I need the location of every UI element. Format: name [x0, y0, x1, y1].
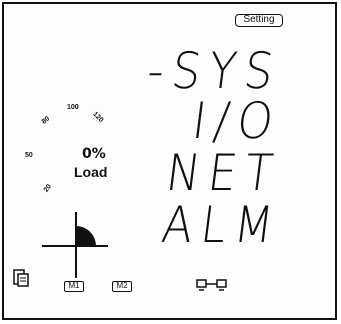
gauge-tick-50: 50: [25, 152, 33, 159]
device-icon: [13, 269, 29, 287]
gauge-tick-100: 100: [67, 104, 79, 111]
network-link-icon: [196, 279, 227, 291]
m1-badge: M1: [64, 281, 84, 292]
gauge-tick-120: 120: [91, 110, 105, 125]
gauge-tick-20: 20: [42, 183, 54, 194]
gauge-tick-80: 80: [40, 115, 52, 126]
load-label: Load: [74, 164, 108, 180]
menu-item-sys[interactable]: -SYS: [144, 42, 285, 100]
load-percent-value: 0%: [82, 146, 106, 162]
menu-item-net[interactable]: NET: [163, 144, 284, 202]
menu-item-alm[interactable]: ALM: [158, 196, 284, 254]
power-quadrant-icon: [42, 212, 108, 278]
m2-badge: M2: [112, 281, 132, 292]
lcd-screen: Setting -SYS I/O NET ALM 20 50 80 100 12…: [2, 2, 337, 320]
menu-item-io[interactable]: I/O: [189, 92, 284, 150]
setting-badge[interactable]: Setting: [235, 14, 283, 27]
